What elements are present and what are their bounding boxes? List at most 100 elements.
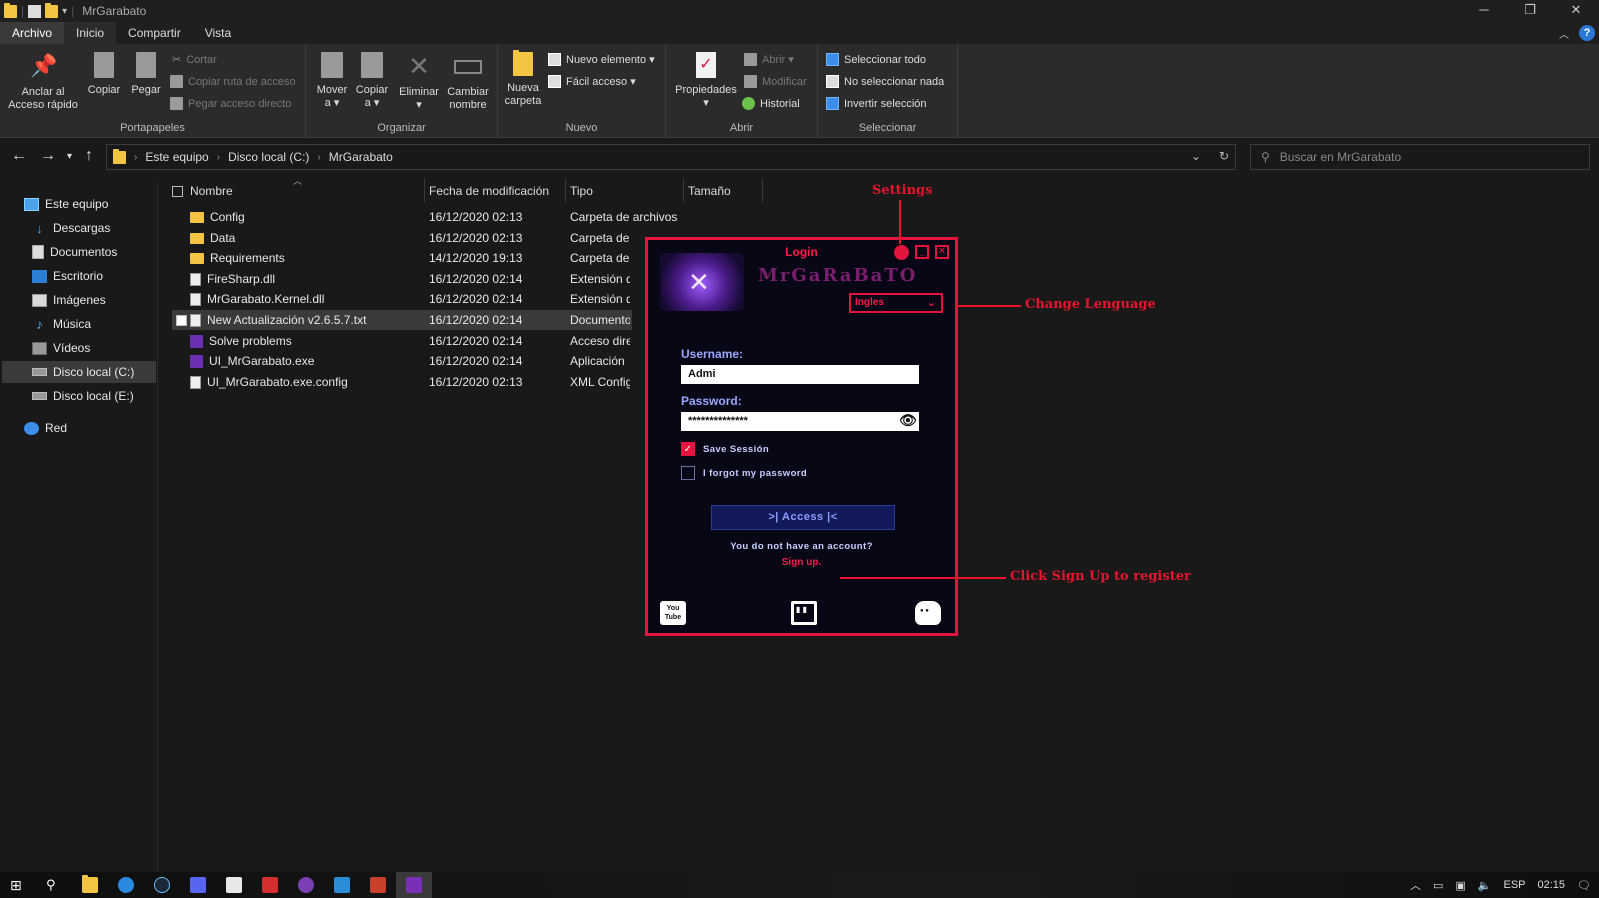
- new-folder-button[interactable]: Nueva carpeta: [502, 50, 544, 108]
- tab-vista[interactable]: Vista: [193, 22, 243, 44]
- settings-gear-icon[interactable]: [894, 245, 909, 260]
- select-all-checkbox[interactable]: [172, 186, 183, 197]
- new-item-button[interactable]: Nuevo elemento ▾: [548, 53, 655, 66]
- file-row[interactable]: Data 16/12/2020 02:13 Carpeta de: [165, 228, 635, 248]
- column-divider[interactable]: [565, 178, 566, 202]
- row-checkbox[interactable]: [176, 315, 187, 326]
- discord-icon[interactable]: [915, 601, 941, 625]
- edit-button[interactable]: Modificar: [744, 75, 807, 88]
- address-bar[interactable]: › Este equipo › Disco local (C:) › MrGar…: [106, 144, 1236, 170]
- among-us-icon[interactable]: [262, 877, 278, 893]
- save-session-checkbox[interactable]: ✓: [681, 442, 695, 456]
- customize-toolbar-icon[interactable]: ▾: [62, 6, 67, 17]
- paste-shortcut-button[interactable]: Pegar acceso directo: [170, 97, 291, 110]
- windows-start-icon[interactable]: ⊞: [10, 877, 26, 893]
- file-row[interactable]: Requirements 14/12/2020 19:13 Carpeta de: [165, 248, 635, 268]
- new-folder-icon[interactable]: [45, 2, 59, 18]
- mrgarabato-taskbar-button[interactable]: [396, 872, 432, 898]
- paste-button[interactable]: Pegar: [126, 52, 166, 97]
- tab-archivo[interactable]: Archivo: [0, 22, 65, 44]
- login-close-icon[interactable]: ✕: [935, 245, 949, 259]
- sidebar-item-imagenes[interactable]: Imágenes: [32, 289, 106, 311]
- tab-inicio[interactable]: Inicio: [64, 22, 117, 44]
- breadcrumb-mrgarabato[interactable]: MrGarabato: [329, 150, 393, 164]
- twitch-icon[interactable]: [791, 601, 817, 625]
- maximize-button[interactable]: ❐: [1507, 0, 1553, 22]
- back-arrow-icon[interactable]: ←: [11, 147, 27, 165]
- signup-link[interactable]: Sign up.: [648, 557, 955, 568]
- pin-quick-access-button[interactable]: 📌 Anclar al Acceso rápido: [6, 52, 80, 112]
- steam-icon[interactable]: [154, 877, 170, 893]
- winrar-icon[interactable]: [370, 877, 386, 893]
- sidebar-item-documentos[interactable]: Documentos: [32, 241, 117, 263]
- copy-to-button[interactable]: Copiar a ▾: [352, 52, 392, 110]
- properties-button[interactable]: ✓ Propiedades ▾: [672, 52, 740, 110]
- copy-button[interactable]: Copiar: [84, 52, 124, 97]
- password-input[interactable]: ************** 👁: [681, 412, 919, 431]
- notifications-icon[interactable]: 🗨: [1577, 879, 1591, 892]
- discord-taskbar-icon[interactable]: [190, 877, 206, 893]
- edge-icon[interactable]: [118, 877, 134, 893]
- column-header-tamano[interactable]: Tamaño: [688, 180, 731, 202]
- show-hidden-icons-chevron-icon[interactable]: ︿: [1410, 877, 1421, 893]
- sidebar-item-disco-e[interactable]: Disco local (E:): [32, 385, 134, 407]
- rename-button[interactable]: Cambiar nombre: [444, 52, 492, 112]
- search-box[interactable]: ⚲ Buscar en MrGarabato: [1250, 144, 1590, 170]
- breadcrumb-separator-icon[interactable]: ›: [217, 152, 220, 163]
- notepad-icon[interactable]: [226, 877, 242, 893]
- invert-selection-button[interactable]: Invertir selección: [826, 97, 927, 110]
- breadcrumb-disco-c[interactable]: Disco local (C:): [228, 150, 309, 164]
- sidebar-item-red[interactable]: Red: [24, 417, 67, 439]
- up-arrow-icon[interactable]: ↑: [85, 147, 93, 165]
- app-icon[interactable]: [298, 877, 314, 893]
- show-password-eye-icon[interactable]: 👁: [899, 413, 917, 428]
- file-row[interactable]: Config 16/12/2020 02:13 Carpeta de archi…: [165, 207, 677, 227]
- file-row[interactable]: FireSharp.dll 16/12/2020 02:14 Extensión…: [165, 269, 635, 289]
- sidebar-item-descargas[interactable]: ↓ Descargas: [32, 217, 110, 239]
- file-explorer-icon[interactable]: [82, 875, 98, 893]
- volume-icon[interactable]: 🔈: [1478, 879, 1492, 892]
- file-row[interactable]: UI_MrGarabato.exe 16/12/2020 02:14 Aplic…: [165, 351, 635, 371]
- cut-button[interactable]: ✂ Cortar: [172, 53, 217, 67]
- open-button[interactable]: Abrir ▾: [744, 53, 794, 66]
- search-icon[interactable]: ⚲: [46, 877, 62, 893]
- clock[interactable]: 02:15: [1538, 879, 1566, 891]
- easy-access-button[interactable]: Fácil acceso ▾: [548, 75, 636, 88]
- breadcrumb-separator-icon[interactable]: ›: [134, 152, 137, 163]
- battery-icon[interactable]: ▭: [1433, 879, 1443, 892]
- copy-path-button[interactable]: Copiar ruta de acceso: [170, 75, 296, 88]
- column-divider[interactable]: [683, 178, 684, 202]
- file-row-hovered[interactable]: New Actualización v2.6.5.7.txt 16/12/202…: [172, 310, 632, 330]
- language-select[interactable]: Ingles ⌄: [849, 293, 943, 313]
- column-header-nombre[interactable]: Nombre: [190, 180, 233, 202]
- help-icon[interactable]: ?: [1579, 25, 1595, 41]
- recent-locations-chevron-icon[interactable]: ▾: [67, 151, 72, 162]
- delete-button[interactable]: ✕ Eliminar ▾: [396, 52, 442, 112]
- properties-icon[interactable]: [28, 4, 42, 18]
- breadcrumb-este-equipo[interactable]: Este equipo: [145, 150, 208, 164]
- forward-arrow-icon[interactable]: →: [40, 147, 56, 165]
- login-minimize-icon[interactable]: _: [915, 245, 929, 259]
- forgot-password-checkbox[interactable]: [681, 466, 695, 480]
- column-header-tipo[interactable]: Tipo: [570, 180, 593, 202]
- column-divider[interactable]: [762, 178, 763, 202]
- save-session-row[interactable]: ✓ Save Sessión: [681, 442, 769, 456]
- vscode-icon[interactable]: [334, 877, 350, 893]
- username-input[interactable]: Admi: [681, 365, 919, 384]
- access-button[interactable]: >| Access |<: [711, 505, 895, 530]
- column-header-fecha[interactable]: Fecha de modificación: [429, 180, 549, 202]
- minimize-button[interactable]: ─: [1461, 0, 1507, 22]
- breadcrumb-separator-icon[interactable]: ›: [317, 152, 320, 163]
- address-dropdown-chevron-icon[interactable]: ⌄: [1191, 149, 1201, 163]
- select-none-button[interactable]: No seleccionar nada: [826, 75, 944, 88]
- network-tray-icon[interactable]: ▣: [1455, 879, 1465, 892]
- close-button[interactable]: ✕: [1553, 0, 1599, 22]
- sidebar-item-este-equipo[interactable]: Este equipo: [24, 193, 108, 215]
- file-row[interactable]: Solve problems 16/12/2020 02:14 Acceso d…: [165, 331, 635, 351]
- collapse-ribbon-icon[interactable]: ︿: [1559, 26, 1569, 41]
- sidebar-item-musica[interactable]: ♪ Música: [32, 313, 91, 335]
- refresh-icon[interactable]: ↻: [1219, 149, 1229, 163]
- sidebar-item-disco-c[interactable]: Disco local (C:): [2, 361, 156, 383]
- select-all-button[interactable]: Seleccionar todo: [826, 53, 926, 66]
- move-to-button[interactable]: Mover a ▾: [312, 52, 352, 110]
